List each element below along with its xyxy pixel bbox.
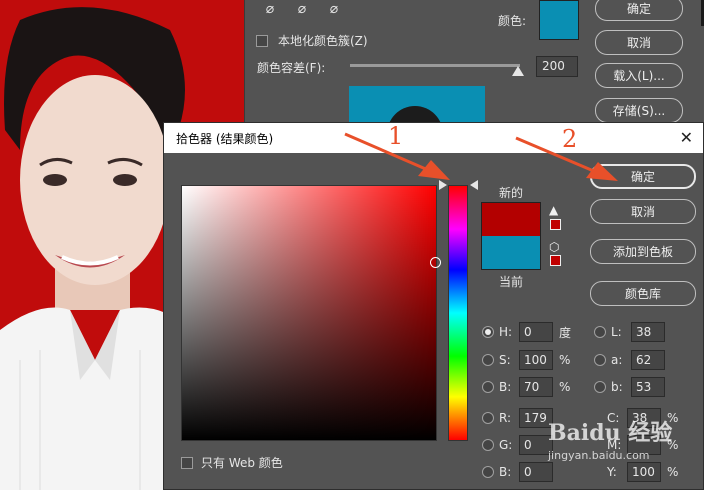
picker-titlebar: 拾色器 (结果颜色) ✕ [164,123,703,153]
lab-l-row: L: 38 [594,322,665,342]
gamut-color-swatch[interactable] [550,219,561,230]
red-row: R: 179 [482,408,553,428]
current-color-label: 当前 [499,275,524,289]
eyedropper-tools: ⌀ ⌀ ⌀ [261,0,343,18]
green-row: G: 0 [482,435,553,455]
checkbox-box[interactable] [181,456,193,469]
picker-title: 拾色器 (结果颜色) [176,131,274,146]
color-label: 颜色: [498,14,527,28]
web-colors-label: 只有 Web 颜色 [201,456,283,470]
color-range-dialog: ⌀ ⌀ ⌀ 颜色: 本地化颜色簇(Z) 颜色容差(F): 200 确定 取消 载… [244,0,704,136]
fuzziness-input[interactable]: 200 [536,56,578,77]
lab-a-input[interactable]: 62 [631,350,665,370]
saturation-row: S: 100 % [482,350,570,370]
load-button[interactable]: 载入(L)... [595,63,683,88]
lab-l-radio[interactable] [594,326,606,338]
lab-l-label: L: [611,325,622,339]
new-color-label: 新的 [499,186,524,200]
add-to-swatches-button[interactable]: 添加到色板 [590,239,696,264]
color-field-cursor[interactable] [430,257,441,268]
brightness-unit: % [559,380,571,394]
checkbox-box[interactable] [256,34,268,47]
eyedropper-plus-icon[interactable]: ⌀ [293,0,311,18]
baidu-watermark: Baidu 经验 jingyan.baidu.com [548,415,698,475]
close-icon[interactable]: ✕ [680,128,693,147]
web-colors-checkbox[interactable]: 只有 Web 颜色 [181,454,283,471]
saturation-input[interactable]: 100 [519,350,553,370]
fuzziness-label: 颜色容差(F): [257,61,326,75]
saturation-unit: % [559,353,571,367]
hue-radio[interactable] [482,326,494,338]
saturation-label: S: [499,353,511,367]
lab-b-radio[interactable] [594,381,606,393]
fuzziness-slider[interactable] [350,64,520,67]
red-label: R: [499,411,512,425]
watermark-logo: Baidu 经验 [548,420,673,446]
hue-slider-right-arrow[interactable] [470,180,478,190]
brightness-row: B: 70 % [482,377,570,397]
watermark-url: jingyan.baidu.com [548,449,650,462]
new-color-swatch [481,202,541,236]
eyedropper-minus-icon[interactable]: ⌀ [325,0,343,18]
eyedropper-icon[interactable]: ⌀ [261,0,279,18]
ok-button[interactable]: 确定 [590,164,696,189]
color-field[interactable] [181,185,441,441]
selection-preview [349,86,485,136]
hue-row: H: 0 度 [482,322,571,342]
web-safe-cube-icon[interactable]: ⬡ [549,240,559,254]
hue-input[interactable]: 0 [519,322,553,342]
green-label: G: [499,438,513,452]
lab-b-input[interactable]: 53 [631,377,665,397]
color-libraries-button[interactable]: 颜色库 [590,281,696,306]
brightness-input[interactable]: 70 [519,377,553,397]
red-radio[interactable] [482,412,494,424]
lab-a-row: a: 62 [594,350,665,370]
saturation-radio[interactable] [482,354,494,366]
green-radio[interactable] [482,439,494,451]
brightness-radio[interactable] [482,381,494,393]
lab-a-label: a: [611,353,623,367]
ok-button[interactable]: 确定 [595,0,683,21]
hue-label: H: [499,325,513,339]
brightness-label: B: [499,380,512,394]
cancel-button[interactable]: 取消 [595,30,683,55]
lab-b-label: b: [611,380,623,394]
lab-b-row: b: 53 [594,377,665,397]
blue-radio[interactable] [482,466,494,478]
hue-slider-left-arrow[interactable] [439,180,447,190]
current-color-swatch[interactable] [481,236,541,270]
save-button[interactable]: 存储(S)... [595,98,683,123]
localized-clusters-checkbox[interactable]: 本地化颜色簇(Z) [256,32,368,49]
hue-unit: 度 [559,325,572,340]
lab-a-radio[interactable] [594,354,606,366]
cancel-button[interactable]: 取消 [590,199,696,224]
blue-row: B: 0 [482,462,553,482]
selected-color-swatch[interactable] [539,0,579,40]
out-of-gamut-warning-icon[interactable]: ▲ [549,203,558,217]
web-safe-color-swatch[interactable] [550,255,561,266]
blue-label: B: [499,465,512,479]
localized-clusters-label: 本地化颜色簇(Z) [278,34,368,48]
fuzziness-slider-thumb[interactable] [512,66,524,76]
lab-l-input[interactable]: 38 [631,322,665,342]
hue-slider[interactable] [448,185,468,441]
